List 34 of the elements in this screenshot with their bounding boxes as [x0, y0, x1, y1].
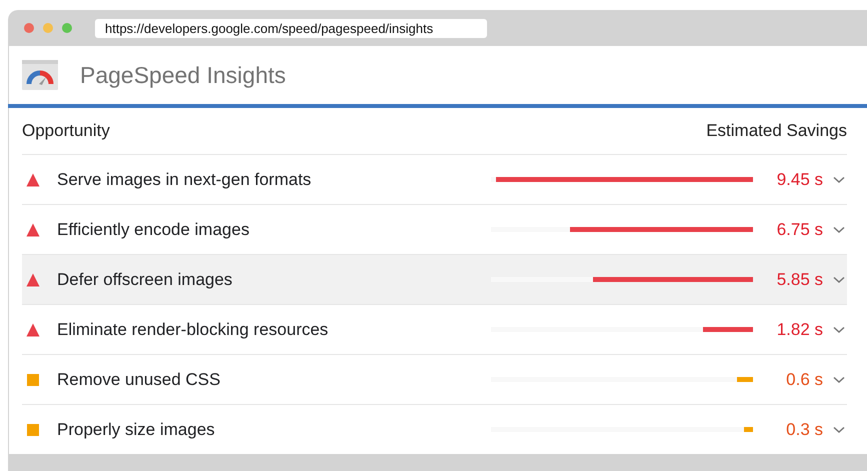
- app-title: PageSpeed Insights: [80, 62, 286, 88]
- audit-title: Properly size images: [57, 420, 216, 440]
- column-header: Opportunity: [22, 121, 110, 141]
- square-icon: [26, 422, 40, 436]
- chevron-down-icon[interactable]: [833, 326, 845, 334]
- chevron-down-icon[interactable]: [833, 226, 845, 234]
- audit-title: Eliminate render-blocking resources: [57, 320, 330, 340]
- audit-row[interactable]: Defer offscreen images 5.85 s: [22, 255, 847, 305]
- savings-value: 0.6 s: [785, 370, 823, 390]
- chevron-down-icon[interactable]: [833, 176, 845, 184]
- square-icon: [26, 372, 40, 386]
- audit-row[interactable]: Remove unused CSS 0.6 s: [22, 355, 847, 405]
- audit-title: Serve images in next-gen formats: [57, 170, 312, 190]
- savings-value: 9.45 s: [776, 170, 823, 190]
- savings-value: 1.82 s: [776, 320, 823, 340]
- audit-title: Remove unused CSS: [57, 370, 222, 390]
- savings-value: 6.75 s: [776, 220, 823, 240]
- audit-title: Defer offscreen images: [57, 270, 234, 290]
- audit-row[interactable]: Properly size images 0.3 s: [22, 405, 847, 454]
- audit-row[interactable]: Serve images in next-gen formats 9.45 s: [22, 155, 847, 205]
- audit-row[interactable]: Eliminate render-blocking resources 1.82 s: [22, 305, 847, 355]
- chevron-down-icon[interactable]: [833, 276, 845, 284]
- address-field[interactable]: https://developers.google.com/speed/pagespeed/insights: [95, 18, 487, 38]
- warning-triangle-icon: [26, 172, 40, 186]
- chevron-down-icon[interactable]: [833, 376, 845, 384]
- chevron-down-icon[interactable]: [833, 426, 845, 434]
- warning-triangle-icon: [26, 222, 40, 236]
- savings-value: 0.3 s: [785, 420, 823, 440]
- warning-triangle-icon: [26, 322, 40, 336]
- gauge-icon: [22, 60, 58, 90]
- column-header: Estimated Savings: [706, 121, 847, 141]
- savings-value: 5.85 s: [776, 270, 823, 290]
- warning-triangle-icon: [26, 272, 40, 286]
- audit-title: Efficiently encode images: [57, 220, 250, 240]
